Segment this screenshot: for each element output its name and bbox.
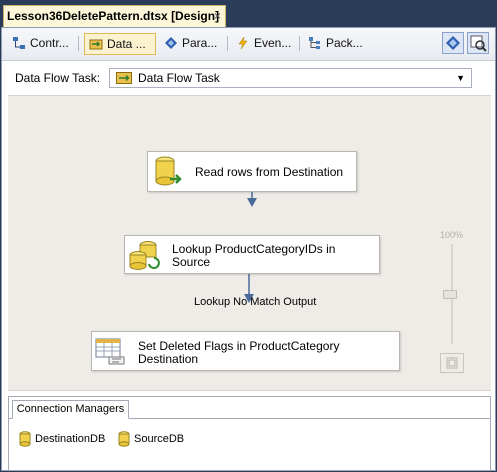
tab-label: Para... bbox=[182, 36, 218, 50]
tab-label: Even... bbox=[254, 36, 292, 50]
document-tab[interactable]: Lesson36DeletePattern.dtsx [Design] × bbox=[3, 5, 226, 27]
source-component[interactable]: Read rows from Destination bbox=[147, 151, 357, 192]
zoom-to-fit-button[interactable] bbox=[440, 353, 464, 373]
tab-package-explorer[interactable]: Pack... bbox=[304, 33, 366, 55]
task-selector-row: Data Flow Task: Data Flow Task ▼ bbox=[2, 62, 495, 94]
connection-manager-name: SourceDB bbox=[134, 433, 185, 445]
connection-manager-item[interactable]: DestinationDB bbox=[18, 431, 118, 447]
data-flow-task-icon bbox=[116, 72, 132, 84]
task-selector-label: Data Flow Task: bbox=[15, 71, 101, 85]
connection-managers-tab[interactable]: Connection Managers bbox=[12, 400, 129, 419]
selected-task: Data Flow Task bbox=[138, 71, 220, 85]
connection-managers-label: Connection Managers bbox=[16, 403, 125, 415]
package-explorer-icon bbox=[309, 37, 320, 49]
zoom-button[interactable] bbox=[467, 32, 489, 54]
tab-label: Data ... bbox=[107, 37, 146, 51]
data-flow-canvas[interactable]: Read rows from Destination Lookup Produc… bbox=[8, 95, 491, 391]
source-title: Read rows from Destination bbox=[195, 165, 344, 179]
event-handlers-icon bbox=[238, 36, 248, 50]
zoom-slider-thumb[interactable] bbox=[443, 290, 457, 299]
ole-db-command-icon bbox=[95, 338, 125, 365]
connection-managers-panel: Connection Managers DestinationDB Source… bbox=[8, 396, 491, 471]
control-flow-icon bbox=[13, 37, 25, 49]
connection-manager-item[interactable]: SourceDB bbox=[117, 431, 197, 447]
tab-event-handlers[interactable]: Even... bbox=[232, 33, 300, 55]
document-title: Lesson36DeletePattern.dtsx [Design] bbox=[7, 9, 220, 23]
close-tab-icon[interactable]: × bbox=[214, 6, 221, 26]
variables-button[interactable] bbox=[442, 32, 464, 54]
package-designer: Contr... Data ... Para... Even... Pack..… bbox=[1, 27, 496, 471]
parameters-icon bbox=[165, 37, 177, 49]
command-title-line2: Destination bbox=[138, 352, 199, 366]
variables-icon bbox=[446, 36, 460, 50]
zoom-to-fit-icon bbox=[446, 357, 458, 369]
designer-tab-bar: Contr... Data ... Para... Even... Pack..… bbox=[2, 28, 495, 61]
tab-parameters[interactable]: Para... bbox=[160, 33, 228, 55]
zoom-control[interactable]: 100% bbox=[438, 230, 466, 380]
lookup-title-line2: Source bbox=[172, 255, 211, 269]
tab-label: Pack... bbox=[326, 36, 363, 50]
tab-label: Contr... bbox=[30, 36, 69, 50]
data-flow-task-dropdown[interactable]: Data Flow Task ▼ bbox=[109, 68, 472, 88]
zoom-icon bbox=[470, 35, 487, 52]
database-icon bbox=[118, 431, 130, 447]
tab-control-flow[interactable]: Contr... bbox=[8, 33, 79, 55]
ole-db-source-icon bbox=[155, 156, 182, 186]
no-match-output-label: Lookup No Match Output bbox=[194, 296, 317, 308]
zoom-percent: 100% bbox=[440, 230, 464, 240]
ole-db-command-component[interactable]: Set Deleted Flags in ProductCategory Des… bbox=[91, 331, 400, 371]
database-icon bbox=[19, 431, 31, 447]
connection-manager-name: DestinationDB bbox=[35, 433, 106, 445]
lookup-component[interactable]: Lookup ProductCategoryIDs in Source bbox=[124, 235, 380, 274]
data-flow-icon bbox=[89, 39, 103, 50]
tab-data-flow[interactable]: Data ... bbox=[84, 33, 156, 55]
dropdown-arrow-icon[interactable]: ▼ bbox=[456, 69, 465, 87]
lookup-icon bbox=[129, 241, 160, 270]
